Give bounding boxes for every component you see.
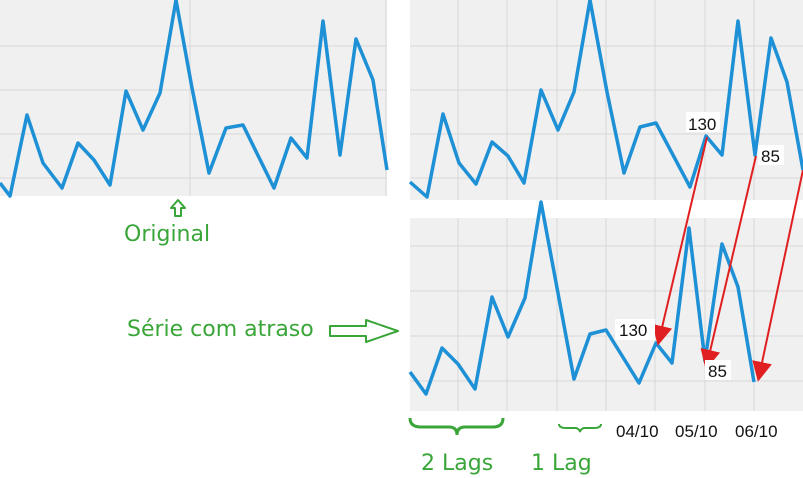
lag-diagram: 130 85 130 85 04/10 05/10 06/10 Original… [0, 0, 803, 476]
bottom-value-130: 130 [619, 321, 647, 340]
up-arrow-icon [170, 199, 186, 217]
lagged-series-label: Série com atraso [127, 317, 314, 342]
top-value-130: 130 [688, 115, 716, 134]
one-lag-label: 1 Lag [531, 451, 592, 476]
date-label-04-10: 04/10 [616, 422, 659, 441]
right-arrow-icon [329, 319, 399, 343]
original-label: Original [124, 222, 210, 247]
two-lags-label: 2 Lags [421, 451, 493, 476]
bottom-value-85: 85 [708, 362, 727, 381]
one-lag-brace-icon [558, 423, 602, 433]
top-value-85: 85 [761, 147, 780, 166]
date-label-05-10: 05/10 [675, 422, 718, 441]
date-label-06-10: 06/10 [735, 422, 778, 441]
two-lags-brace-icon [408, 417, 505, 436]
